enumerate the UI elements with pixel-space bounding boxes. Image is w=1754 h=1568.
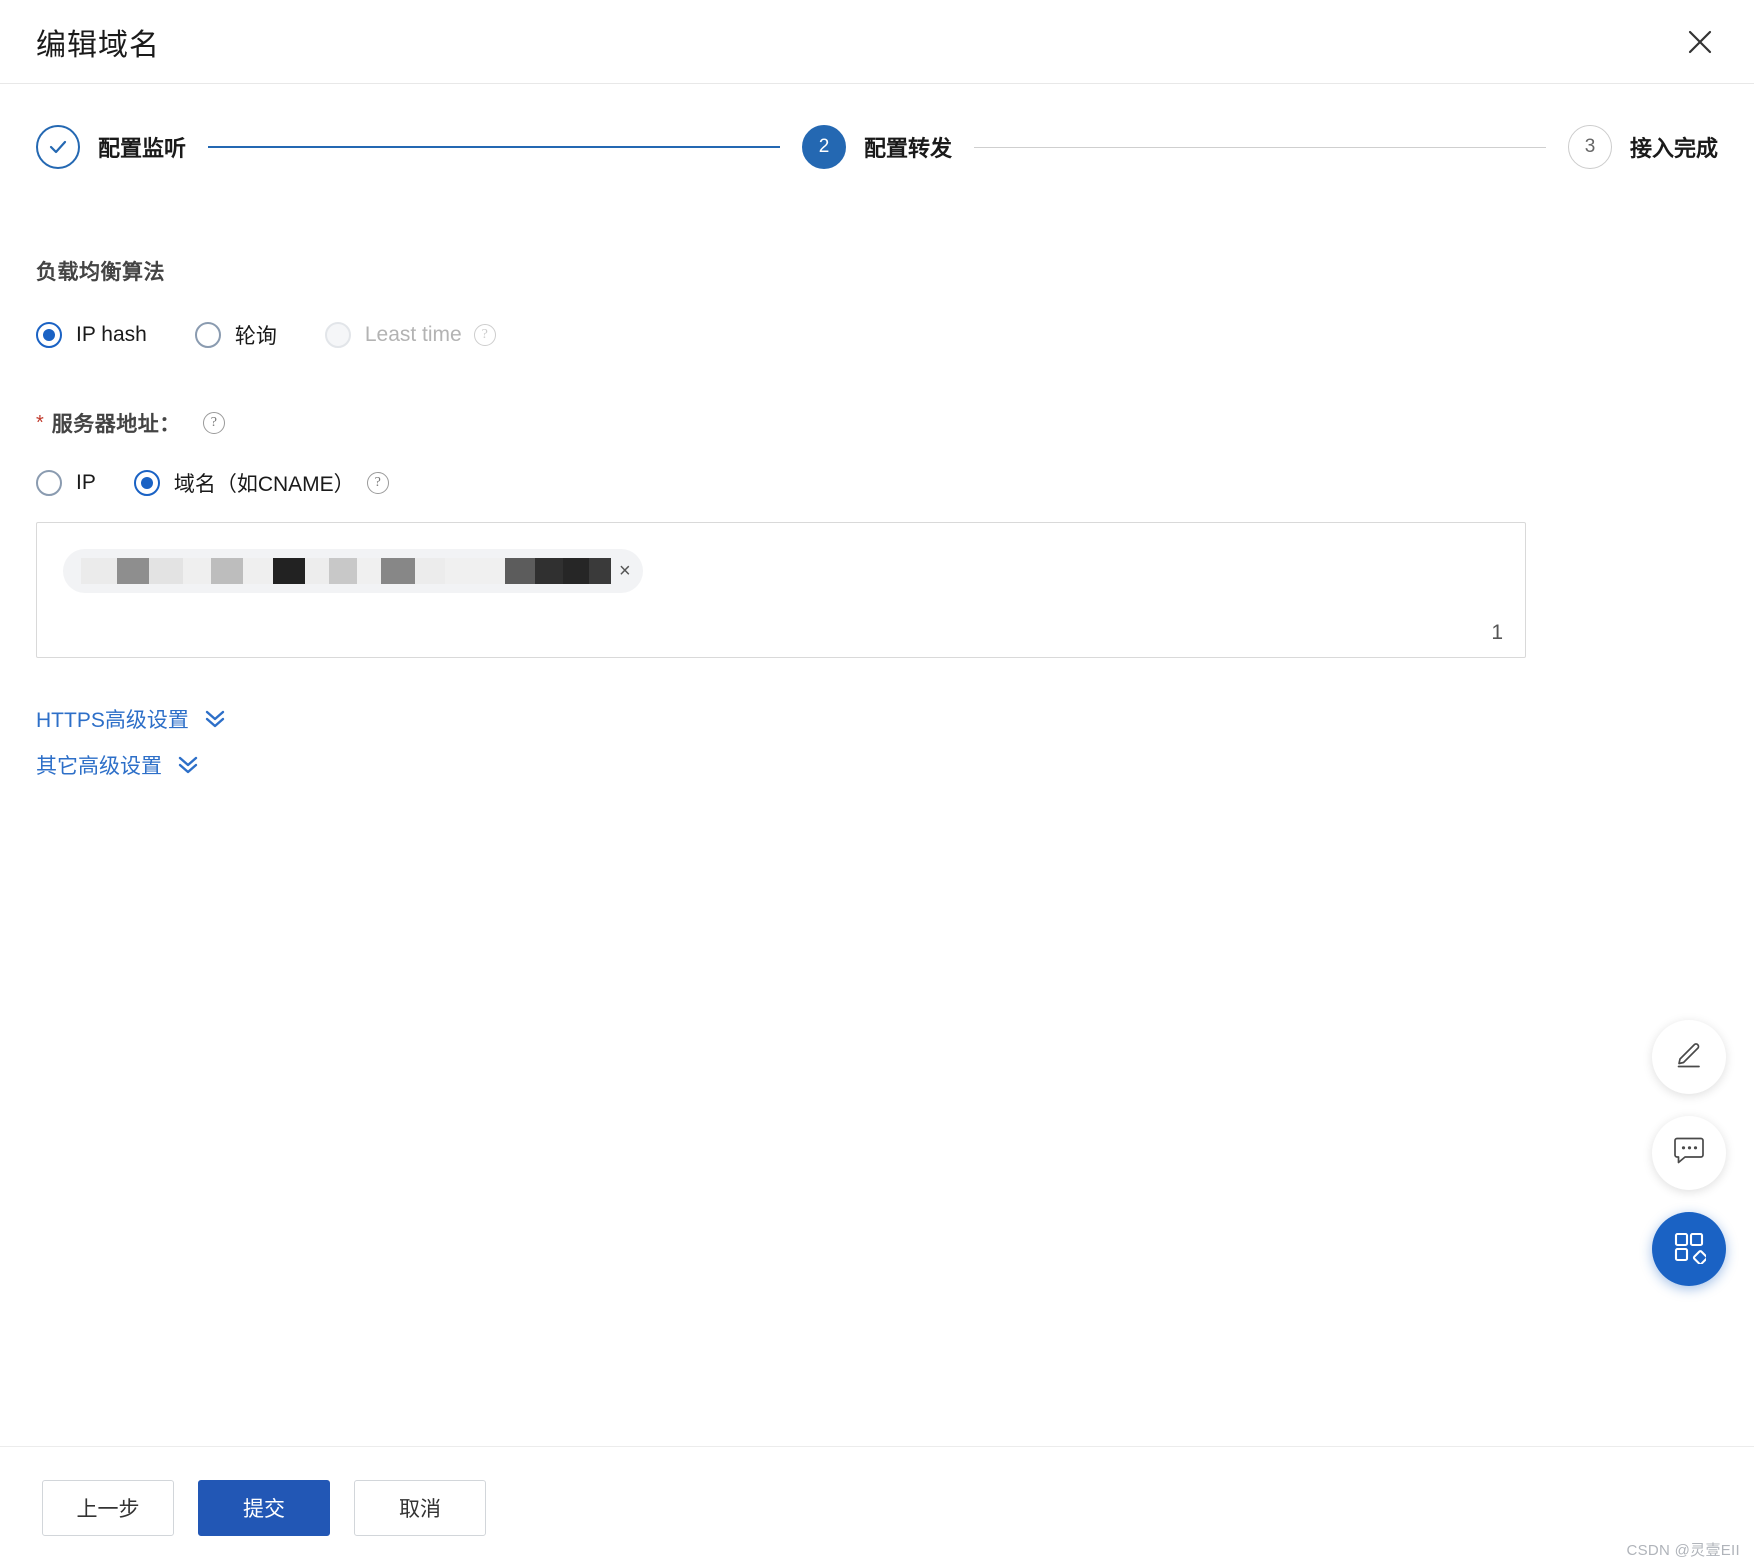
radio-least-time-dot <box>324 322 351 348</box>
server-address-help-icon[interactable]: ? <box>202 412 225 434</box>
radio-address-type-ip[interactable]: IP <box>36 470 96 496</box>
radio-ip-hash[interactable]: IP hash <box>36 322 147 348</box>
form-body: 负载均衡算法 IP hash 轮询 Least time ? * 服务器地址： … <box>0 256 1754 780</box>
step-3-circle: 3 <box>1568 125 1612 169</box>
server-address-label: 服务器地址： <box>51 413 181 436</box>
app-grid-button[interactable] <box>1652 1212 1726 1286</box>
radio-round-robin[interactable]: 轮询 <box>194 320 277 350</box>
pencil-icon <box>1673 1039 1705 1076</box>
stepper: 配置监听 2 配置转发 3 接入完成 <box>0 92 1754 202</box>
radio-ip-hash-dot <box>36 322 62 348</box>
radio-least-time: Least time ? <box>324 322 496 348</box>
radio-address-type-domain[interactable]: 域名（如CNAME） ? <box>133 468 389 498</box>
least-time-help-icon[interactable]: ? <box>473 324 496 346</box>
step-connector-2 <box>974 146 1546 148</box>
address-type-domain-help-icon[interactable]: ? <box>366 472 389 494</box>
step-2-label: 配置转发 <box>864 136 953 161</box>
radio-address-type-ip-dot <box>36 470 62 496</box>
server-address-label-row: * 服务器地址： ? <box>36 408 1718 438</box>
step-2-circle: 2 <box>802 125 846 169</box>
radio-address-type-ip-label: IP <box>76 471 96 494</box>
edit-feedback-button[interactable] <box>1652 1020 1726 1094</box>
dialog-header: 编辑域名 <box>0 0 1754 84</box>
step-3-access-complete[interactable]: 3 接入完成 <box>1568 125 1718 169</box>
cancel-button[interactable]: 取消 <box>354 1479 486 1536</box>
https-advanced-settings-label: HTTPS高级设置 <box>36 709 189 732</box>
other-advanced-settings-label: 其它高级设置 <box>36 755 162 778</box>
radio-round-robin-dot <box>194 322 221 348</box>
dialog-footer: 上一步 提交 取消 <box>0 1446 1754 1568</box>
radio-address-type-domain-label: 域名（如CNAME） <box>173 473 355 496</box>
radio-round-robin-label: 轮询 <box>234 325 277 348</box>
load-balance-algorithm-radio-group: IP hash 轮询 Least time ? <box>36 320 1718 350</box>
floating-action-stack <box>1652 1020 1726 1286</box>
double-chevron-down-icon <box>203 708 227 730</box>
required-asterisk: * <box>36 412 44 434</box>
masked-value-icon <box>81 558 381 584</box>
load-balance-algorithm-title: 负载均衡算法 <box>36 261 165 284</box>
server-address-count: 1 <box>1491 621 1503 644</box>
server-address-input[interactable]: × 1 <box>36 522 1526 658</box>
page-title: 编辑域名 <box>36 28 160 62</box>
other-advanced-settings-toggle[interactable]: 其它高级设置 <box>36 750 200 780</box>
server-address-type-radio-group: IP 域名（如CNAME） ? <box>36 468 1718 498</box>
remove-tag-icon[interactable]: × <box>619 561 631 581</box>
grid-icon <box>1672 1230 1708 1269</box>
edit-domain-dialog: 编辑域名 配置监听 2 配置转发 3 接入完成 负载均衡算法 IP hash 轮… <box>0 0 1754 1568</box>
advanced-settings-links: HTTPS高级设置 其它高级设置 <box>36 704 1718 780</box>
step-connector-1 <box>208 146 780 148</box>
submit-button[interactable]: 提交 <box>198 1479 330 1536</box>
https-advanced-settings-toggle[interactable]: HTTPS高级设置 <box>36 704 227 734</box>
step-1-label: 配置监听 <box>98 136 187 161</box>
check-icon <box>49 140 67 154</box>
step-2-configure-forwarding[interactable]: 2 配置转发 <box>802 125 952 169</box>
close-icon[interactable] <box>1678 20 1722 64</box>
server-address-tag[interactable]: × <box>63 549 643 593</box>
step-3-label: 接入完成 <box>1630 136 1719 161</box>
double-chevron-down-icon-2 <box>176 754 200 776</box>
chat-support-button[interactable] <box>1652 1116 1726 1190</box>
radio-least-time-label: Least time <box>364 323 462 346</box>
previous-step-button[interactable]: 上一步 <box>42 1479 174 1536</box>
radio-ip-hash-label: IP hash <box>76 323 147 346</box>
speech-bubble-icon <box>1672 1136 1706 1171</box>
watermark: CSDN @灵壹EII <box>1626 1542 1740 1559</box>
radio-address-type-domain-dot <box>133 470 160 496</box>
step-1-circle <box>36 125 80 169</box>
masked-value-icon-2 <box>381 558 611 584</box>
step-1-configure-listener[interactable]: 配置监听 <box>36 125 186 169</box>
